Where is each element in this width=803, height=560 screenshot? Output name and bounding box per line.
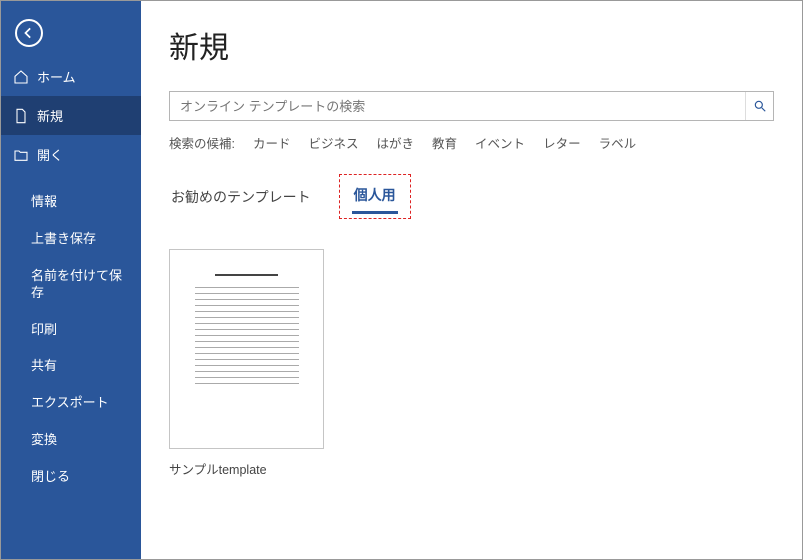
template-preview bbox=[169, 249, 324, 449]
search-button[interactable] bbox=[745, 92, 773, 120]
sidebar-item-label: 新規 bbox=[37, 106, 63, 125]
sidebar-item-label: 開く bbox=[37, 145, 63, 164]
sidebar-item-home[interactable]: ホーム bbox=[1, 57, 141, 96]
suggest-item[interactable]: ラベル bbox=[599, 133, 637, 152]
search-suggestions: 検索の候補: カード ビジネス はがき 教育 イベント レター ラベル bbox=[169, 133, 774, 152]
arrow-left-icon bbox=[22, 26, 36, 40]
document-icon bbox=[13, 108, 29, 124]
suggest-label: 検索の候補: bbox=[169, 133, 235, 152]
template-card[interactable]: サンプルtemplate bbox=[169, 249, 324, 478]
sidebar-item-info[interactable]: 情報 bbox=[1, 184, 141, 221]
suggest-item[interactable]: イベント bbox=[475, 133, 525, 152]
template-tabs: お勧めのテンプレート 個人用 bbox=[169, 174, 774, 219]
sidebar-item-save[interactable]: 上書き保存 bbox=[1, 221, 141, 258]
back-button[interactable] bbox=[15, 19, 43, 47]
templates-grid: サンプルtemplate bbox=[169, 249, 774, 478]
sidebar-item-label: ホーム bbox=[37, 67, 76, 86]
main-panel: 新規 検索の候補: カード ビジネス はがき 教育 イベント レター ラベル お… bbox=[141, 1, 802, 559]
folder-icon bbox=[13, 147, 29, 163]
tab-personal[interactable]: 個人用 bbox=[352, 179, 398, 214]
page-title: 新規 bbox=[169, 23, 774, 67]
sidebar: ホーム 新規 開く 情報 上書き保存 名前を付けて保存 印刷 共有 エクスポート bbox=[1, 1, 141, 559]
tab-personal-highlight: 個人用 bbox=[339, 174, 411, 219]
sidebar-item-export[interactable]: エクスポート bbox=[1, 385, 141, 422]
template-label: サンプルtemplate bbox=[169, 459, 324, 478]
template-search bbox=[169, 91, 774, 121]
suggest-item[interactable]: カード bbox=[253, 133, 291, 152]
sidebar-item-close[interactable]: 閉じる bbox=[1, 459, 141, 496]
sidebar-item-save-as[interactable]: 名前を付けて保存 bbox=[1, 258, 141, 312]
search-icon bbox=[753, 99, 767, 113]
search-input[interactable] bbox=[170, 92, 745, 120]
sidebar-item-transform[interactable]: 変換 bbox=[1, 422, 141, 459]
back-row bbox=[1, 1, 141, 57]
sidebar-item-print[interactable]: 印刷 bbox=[1, 312, 141, 349]
suggest-item[interactable]: ビジネス bbox=[309, 133, 359, 152]
sidebar-item-new[interactable]: 新規 bbox=[1, 96, 141, 135]
sidebar-item-open[interactable]: 開く bbox=[1, 135, 141, 174]
sidebar-sub-nav: 情報 上書き保存 名前を付けて保存 印刷 共有 エクスポート 変換 閉じる bbox=[1, 174, 141, 496]
suggest-item[interactable]: レター bbox=[543, 133, 581, 152]
tab-recommended[interactable]: お勧めのテンプレート bbox=[169, 181, 313, 213]
suggest-item[interactable]: 教育 bbox=[432, 133, 457, 152]
sidebar-item-share[interactable]: 共有 bbox=[1, 348, 141, 385]
app-window: ホーム 新規 開く 情報 上書き保存 名前を付けて保存 印刷 共有 エクスポート bbox=[0, 0, 803, 560]
home-icon bbox=[13, 69, 29, 85]
sidebar-top-nav: ホーム 新規 開く bbox=[1, 57, 141, 174]
suggest-item[interactable]: はがき bbox=[377, 133, 415, 152]
document-preview-icon bbox=[187, 264, 307, 434]
